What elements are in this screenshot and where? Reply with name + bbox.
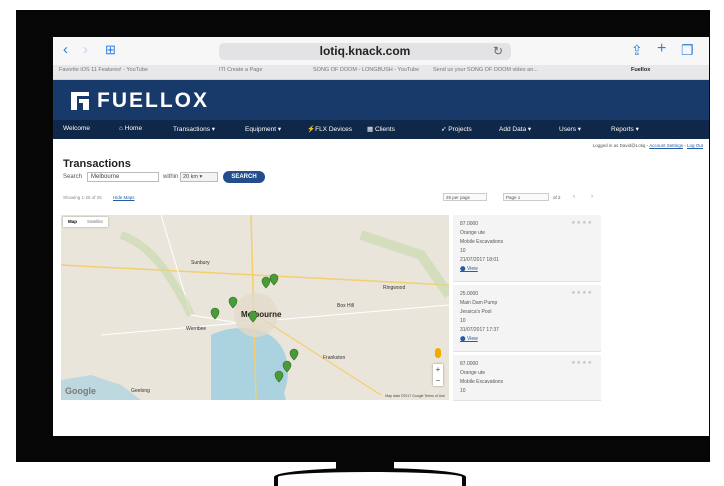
results-map[interactable]: Werribee Melbourne Frankston Box Hill Ri… xyxy=(61,215,449,400)
map-type-satellite[interactable]: Satellite xyxy=(82,219,108,224)
search-input[interactable]: Melbourne xyxy=(87,172,159,182)
prev-page-icon[interactable]: ‹ xyxy=(573,194,575,200)
map-marker xyxy=(248,310,258,323)
item-category: Orange ute xyxy=(460,230,486,236)
map-marker xyxy=(228,296,238,309)
screen: ‹ › ⊞ lotiq.knack.com ↻ ⇪ + ❐ Favorite i… xyxy=(53,37,709,436)
new-tab-icon[interactable]: + xyxy=(657,40,666,58)
brand-bar: FUELLOX xyxy=(53,80,709,120)
map-marker xyxy=(269,273,279,286)
account-settings-link[interactable]: Account Settings xyxy=(649,143,683,148)
results-list: ★★★★ 87.0000 Orange ute Mobile Excavatio… xyxy=(453,215,601,401)
tab-5[interactable]: Fuellox xyxy=(631,67,650,73)
view-link[interactable]: ⬤ View xyxy=(460,336,478,342)
monitor-bezel: ‹ › ⊞ lotiq.knack.com ↻ ⇪ + ❐ Favorite i… xyxy=(16,10,710,462)
tab-3[interactable]: SONG OF DOOM - LONGBUSH - YouTube xyxy=(313,67,419,73)
map-type-control: Map Satellite xyxy=(63,217,109,227)
tab-4[interactable]: Send us your SONG OF DOOM video an... xyxy=(433,67,538,73)
menu-reports[interactable]: Reports ▾ xyxy=(611,125,639,133)
rating-stars: ★★★★ xyxy=(571,220,593,226)
chevron-down-icon: ▾ xyxy=(199,174,203,180)
item-code: 10 xyxy=(460,388,466,394)
main-menu: Welcome ⌂ Home Transactions ▾ Equipment … xyxy=(53,120,709,139)
distance-select[interactable]: 20 km ▾ xyxy=(180,172,218,182)
item-date: 21/07/2017 18:01 xyxy=(460,257,499,263)
menu-users[interactable]: Users ▾ xyxy=(559,125,581,133)
search-button[interactable]: SEARCH xyxy=(223,171,265,183)
map-markers xyxy=(210,273,299,383)
logout-link[interactable]: Log Out xyxy=(687,143,703,148)
back-icon[interactable]: ‹ xyxy=(63,42,68,58)
menu-flx-devices[interactable]: ⚡FLX Devices xyxy=(307,125,352,133)
item-category: Orange ute xyxy=(460,370,486,376)
share-icon[interactable]: ⇪ xyxy=(631,42,643,59)
page-of: of 2 xyxy=(553,195,561,200)
next-page-icon[interactable]: › xyxy=(591,194,593,200)
menu-clients[interactable]: ▦ Clients xyxy=(367,125,395,133)
bookmarks-icon[interactable]: ⊞ xyxy=(105,42,116,58)
safari-toolbar: ‹ › ⊞ lotiq.knack.com ↻ ⇪ + ❐ xyxy=(53,37,709,65)
item-client: Jessica's Pool xyxy=(460,309,492,315)
menu-equipment[interactable]: Equipment ▾ xyxy=(245,125,281,133)
reload-icon[interactable]: ↻ xyxy=(493,44,503,58)
map-marker xyxy=(289,348,299,361)
results-count: Showing 1-25 of 25 xyxy=(63,195,102,200)
item-client: Mobile Excavations xyxy=(460,239,504,245)
fuellox-logo-icon xyxy=(71,92,89,110)
map-marker xyxy=(282,360,292,373)
item-code: 10 xyxy=(460,248,466,254)
map-type-map[interactable]: Map xyxy=(63,219,82,224)
menu-welcome[interactable]: Welcome xyxy=(63,125,90,132)
hide-map-link[interactable]: Hide Maps xyxy=(113,195,135,200)
item-category: Main Dam Pump xyxy=(460,300,498,306)
menu-home[interactable]: ⌂ Home xyxy=(119,125,142,132)
rating-stars: ★★★★ xyxy=(571,290,593,296)
map-attribution[interactable]: Map data ©2017 Google Terms of Use xyxy=(385,394,445,398)
tab-1[interactable]: Favorite iOS 11 Features! - YouTube xyxy=(59,67,148,73)
address-bar[interactable]: lotiq.knack.com ↻ xyxy=(219,43,511,60)
forward-icon[interactable]: › xyxy=(83,42,88,58)
item-amount: 87.0000 xyxy=(460,361,479,367)
menu-projects[interactable]: ➶ Projects xyxy=(441,125,472,133)
list-item[interactable]: ★★★★ 87.0000 Orange ute Mobile Excavatio… xyxy=(453,355,601,401)
url-text: lotiq.knack.com xyxy=(319,44,411,58)
building-icon: ▦ xyxy=(367,126,375,133)
item-code: 10 xyxy=(460,318,466,324)
map-marker xyxy=(210,307,220,320)
map-marker xyxy=(274,370,284,383)
map-marker xyxy=(261,276,271,289)
item-amount: 87.0000 xyxy=(460,221,479,227)
street-view-icon[interactable] xyxy=(435,348,441,358)
menu-add-data[interactable]: Add Data ▾ xyxy=(499,125,531,133)
tab-bar: Favorite iOS 11 Features! - YouTube ITI … xyxy=(53,65,709,80)
view-link[interactable]: ⬤ View xyxy=(460,266,478,272)
zoom-control: + − xyxy=(433,364,443,386)
brand-name[interactable]: FUELLOX xyxy=(97,89,209,113)
rating-stars: ★★★★ xyxy=(571,360,593,366)
within-label: within xyxy=(163,174,179,180)
location-pin-icon: ⬤ xyxy=(460,266,467,272)
page-select[interactable]: Page 1 xyxy=(503,193,549,201)
tabs-icon[interactable]: ❐ xyxy=(681,42,694,59)
page-title: Transactions xyxy=(63,158,131,170)
location-pin-icon: ⬤ xyxy=(460,336,467,342)
tab-2[interactable]: ITI Create a Page xyxy=(219,67,262,73)
search-label: Search xyxy=(63,174,83,180)
per-page-select[interactable]: 25 per page xyxy=(443,193,487,201)
zoom-in-button[interactable]: + xyxy=(433,364,443,375)
login-status: Logged in as David@Lotiq - Account Setti… xyxy=(592,143,703,148)
google-logo: Google xyxy=(65,386,96,396)
bolt-icon: ⚡ xyxy=(307,126,316,133)
list-item[interactable]: ★★★★ 25.0000 Main Dam Pump Jessica's Poo… xyxy=(453,285,601,352)
menu-transactions[interactable]: Transactions ▾ xyxy=(173,125,215,133)
item-client: Mobile Excavations xyxy=(460,379,504,385)
monitor-stand-base xyxy=(274,468,466,486)
item-amount: 25.0000 xyxy=(460,291,479,297)
item-date: 31/07/2017 17:37 xyxy=(460,327,499,333)
list-item[interactable]: ★★★★ 87.0000 Orange ute Mobile Excavatio… xyxy=(453,215,601,282)
zoom-out-button[interactable]: − xyxy=(433,375,443,386)
